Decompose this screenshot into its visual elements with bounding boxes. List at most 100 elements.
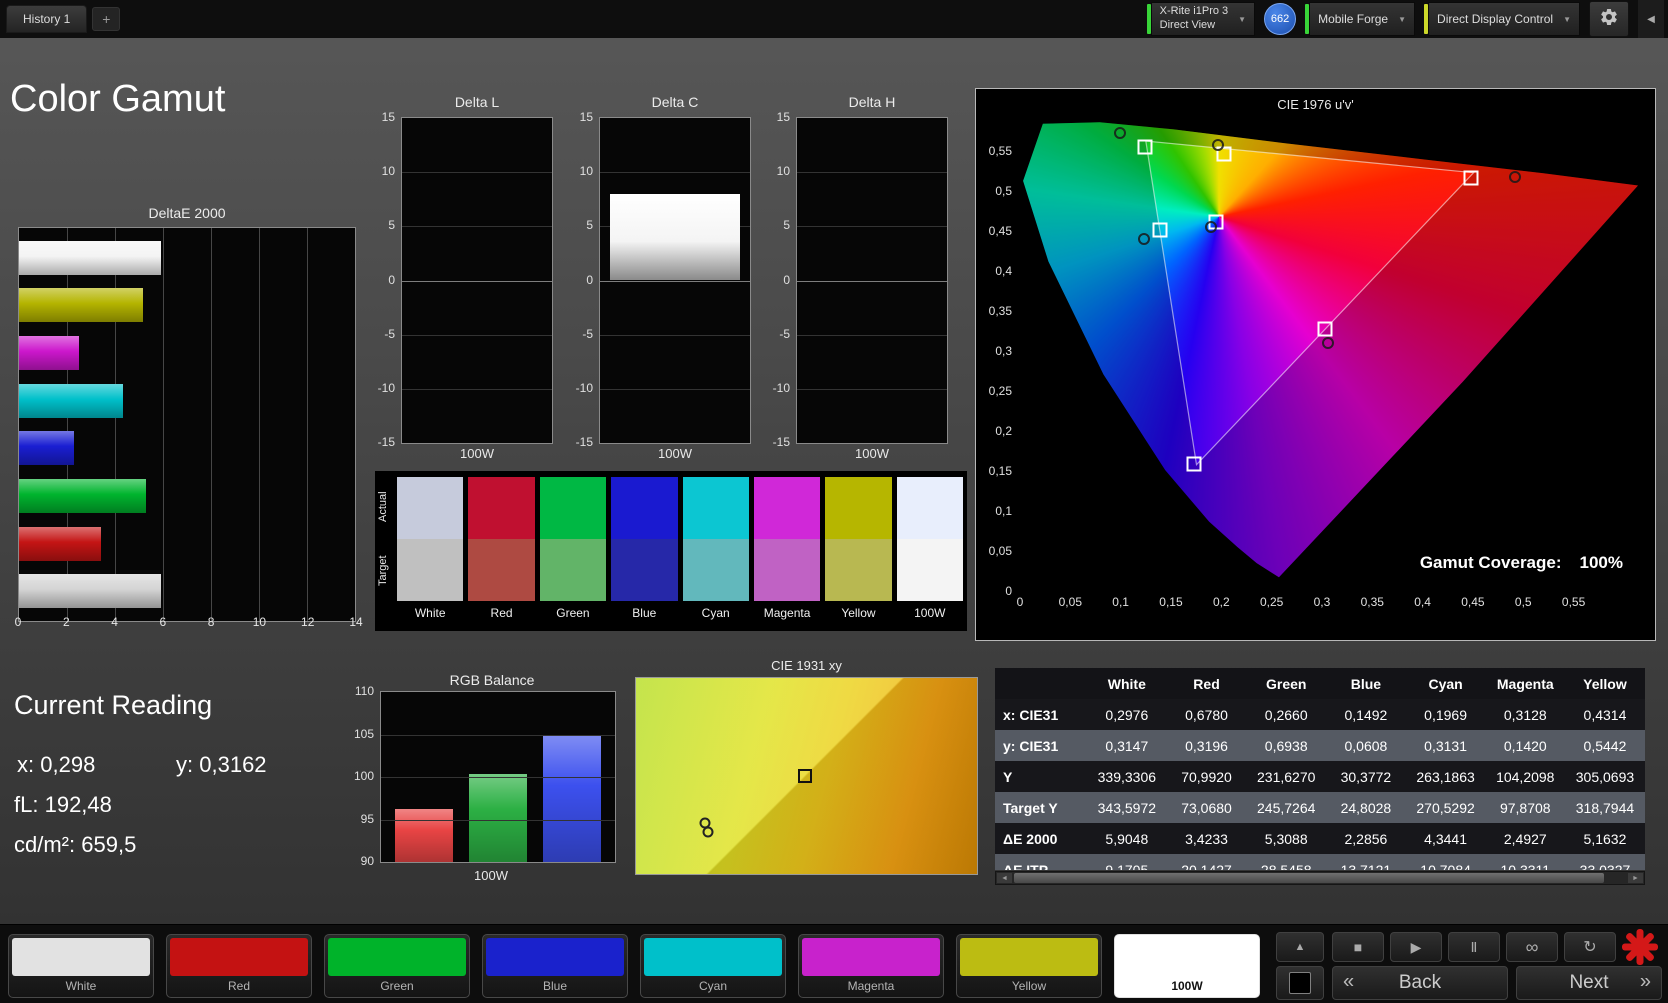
bar-blue xyxy=(543,734,601,862)
target-swatch xyxy=(468,539,535,601)
value-cell: 0,4314 xyxy=(1583,706,1627,723)
value-cell: 3,4233 xyxy=(1185,830,1228,847)
pattern-button-yellow[interactable]: Yellow xyxy=(956,934,1102,998)
x-axis: 0 0,05 0,1 0,15 0,2 0,25 0,3 0,35 0,4 0,45 0,5 0,55 xyxy=(1016,595,1638,611)
pattern-swatch xyxy=(644,938,782,976)
collapse-panel-button[interactable]: ◀ xyxy=(1638,0,1664,38)
chromaticity-zoom-plot xyxy=(635,677,978,875)
y-tick-label: 10 xyxy=(579,164,593,179)
table-horizontal-scrollbar[interactable]: ◄ ► xyxy=(995,871,1645,885)
pattern-button-100w[interactable]: 100W xyxy=(1114,934,1260,998)
gridline xyxy=(115,228,116,621)
value-cell: 24,8028 xyxy=(1340,799,1392,816)
y-tick-label: 0,45 xyxy=(988,224,1012,238)
measured-marker xyxy=(1212,138,1225,151)
x-tick-label: 0,1 xyxy=(1112,595,1129,609)
chart-title: CIE 1931 xy xyxy=(771,658,842,673)
value-cell: 5,3088 xyxy=(1264,830,1308,847)
y-tick-label: 110 xyxy=(354,684,374,698)
value-cell: 0,3128 xyxy=(1503,706,1547,723)
header-cell: Cyan xyxy=(1428,675,1463,692)
value-cell: 2,2856 xyxy=(1344,830,1388,847)
next-button[interactable]: Next » xyxy=(1516,966,1662,1000)
pause-button[interactable]: Ⅱ xyxy=(1448,932,1500,962)
stop-button[interactable]: ■ xyxy=(1332,932,1384,962)
chart-title: RGB Balance xyxy=(449,672,535,688)
scroll-right-button[interactable]: ► xyxy=(1628,873,1643,883)
chart-title: DeltaE 2000 xyxy=(148,205,226,221)
x-tick-label: 0,2 xyxy=(1212,595,1230,609)
pattern-button-red[interactable]: Red xyxy=(166,934,312,998)
source-selector[interactable]: Mobile Forge ▼ xyxy=(1305,2,1416,36)
y-axis: 15 10 5 0 -5 -10 -15 xyxy=(573,110,595,449)
reading-y: y: 0,3162 xyxy=(176,752,267,778)
value-cell: 0,1420 xyxy=(1503,737,1547,754)
actual-swatch xyxy=(397,477,464,539)
x-tick-label: 0,25 xyxy=(1259,595,1284,609)
refresh-button[interactable]: ↻ xyxy=(1564,932,1616,962)
x-tick-label: 12 xyxy=(301,615,315,629)
y-axis: 110 105 100 95 90 xyxy=(354,684,376,868)
value-cell: 97,8708 xyxy=(1499,799,1551,816)
gridline xyxy=(307,228,308,621)
swatch-columns: White Red Green Blue Cyan Magenta Yellow 100W xyxy=(397,477,963,623)
value-cell: 5,1632 xyxy=(1583,830,1627,847)
pattern-button-green[interactable]: Green xyxy=(324,934,470,998)
bar-cyan xyxy=(19,383,124,418)
swatch-comparison-panel: Actual Target White Red Green Blue Cyan Magen… xyxy=(375,471,967,631)
settings-button[interactable] xyxy=(1589,1,1629,37)
x-tick-label: 0,45 xyxy=(1461,595,1485,609)
pattern-button-magenta[interactable]: Magenta xyxy=(798,934,944,998)
play-button[interactable]: ▶ xyxy=(1390,932,1442,962)
value-cell: 0,5442 xyxy=(1583,737,1627,754)
chart-title: CIE 1976 u'v' xyxy=(1277,97,1354,112)
display-control-dropdown[interactable]: Direct Display Control ▼ xyxy=(1428,2,1580,36)
swatch-label: White xyxy=(414,606,446,620)
value-cell: 305,0693 xyxy=(1575,768,1635,785)
x-tick-label: 0,4 xyxy=(1414,595,1431,609)
scrollbar-thumb[interactable] xyxy=(1014,873,1604,883)
page-title: Color Gamut xyxy=(10,78,226,120)
history-tab[interactable]: History 1 xyxy=(6,5,88,33)
source-dropdown[interactable]: Mobile Forge ▼ xyxy=(1309,2,1416,36)
measurement-count-badge: 662 xyxy=(1264,3,1297,35)
bar-row xyxy=(19,478,355,513)
target-row-label: Target xyxy=(377,555,389,587)
scroll-left-button[interactable]: ◄ xyxy=(997,873,1012,883)
swatch-column: Green xyxy=(539,477,607,623)
pattern-button-white[interactable]: White xyxy=(8,934,154,998)
swatch-label: Magenta xyxy=(763,606,811,620)
stop-icon: ■ xyxy=(1353,939,1363,955)
display-control-selector[interactable]: Direct Display Control ▼ xyxy=(1424,2,1580,36)
coverage-value: 100% xyxy=(1579,553,1623,572)
table-row: y: CIE31 0,3147 0,3196 0,6938 0,0608 0,3131 0,… xyxy=(995,730,1645,761)
gridline xyxy=(797,226,947,228)
meter-dropdown[interactable]: X-Rite i1Pro 3 Direct View ▼ xyxy=(1150,2,1256,36)
add-tab-button[interactable]: + xyxy=(92,7,121,31)
gridline xyxy=(259,228,260,621)
gamut-triangle-outline xyxy=(1145,140,1475,466)
meter-selector[interactable]: X-Rite i1Pro 3 Direct View ▼ xyxy=(1146,2,1256,36)
x-tick-label: 10 xyxy=(252,615,267,629)
pattern-swatch xyxy=(486,938,624,976)
back-button[interactable]: « Back xyxy=(1332,966,1508,1000)
x-tick-label: 0 xyxy=(1016,595,1024,609)
pause-icon: Ⅱ xyxy=(1470,938,1478,955)
chevron-down-icon: ▼ xyxy=(1563,14,1571,24)
value-cell: 13,7121 xyxy=(1340,861,1392,871)
target-swatch xyxy=(825,539,892,601)
up-button[interactable]: ▲ xyxy=(1276,932,1324,962)
reading-x: x: 0,298 xyxy=(17,752,95,778)
gridline xyxy=(402,172,552,174)
delta-c-chart: Delta C 15 10 5 0 -5 -10 -15 100W xyxy=(573,94,753,466)
loop-button[interactable]: ∞ xyxy=(1506,932,1558,962)
pattern-label: Green xyxy=(380,979,414,993)
pattern-button-blue[interactable]: Blue xyxy=(482,934,628,998)
pattern-label: Cyan xyxy=(698,979,727,993)
pattern-swatch xyxy=(802,938,940,976)
y-axis: 15 10 5 0 -5 -10 -15 xyxy=(770,110,792,449)
bar-white xyxy=(19,240,161,275)
pattern-button-cyan[interactable]: Cyan xyxy=(640,934,786,998)
y-tick-label: 0,25 xyxy=(988,384,1012,398)
black-pattern-button[interactable] xyxy=(1276,966,1324,1000)
